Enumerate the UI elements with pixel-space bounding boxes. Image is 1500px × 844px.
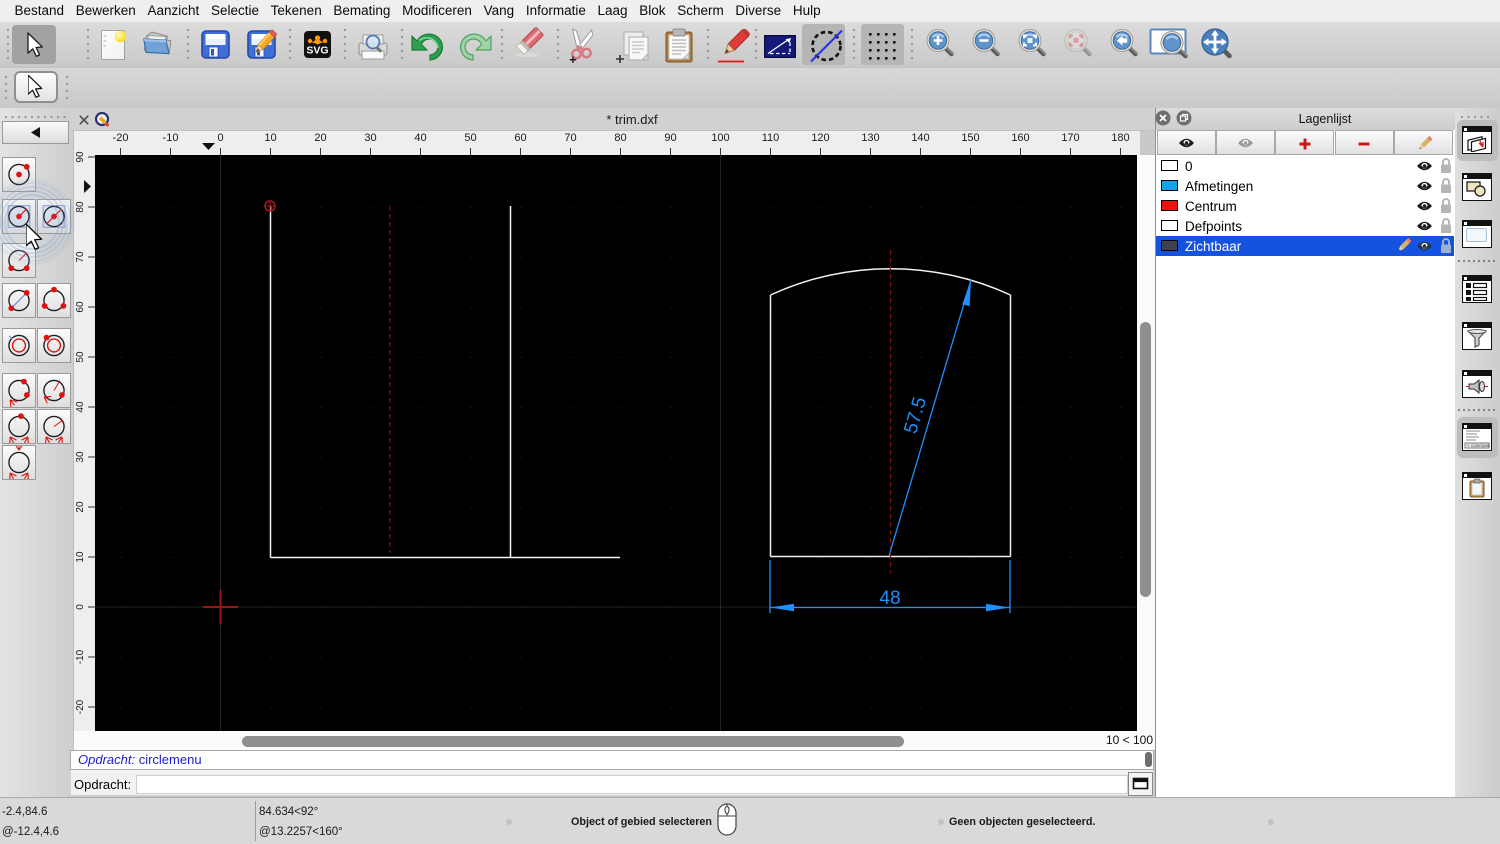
svg-text:48: 48 (879, 588, 900, 609)
svg-text:SVG: SVG (306, 45, 328, 57)
svg-text:< command: < command (1467, 443, 1490, 448)
